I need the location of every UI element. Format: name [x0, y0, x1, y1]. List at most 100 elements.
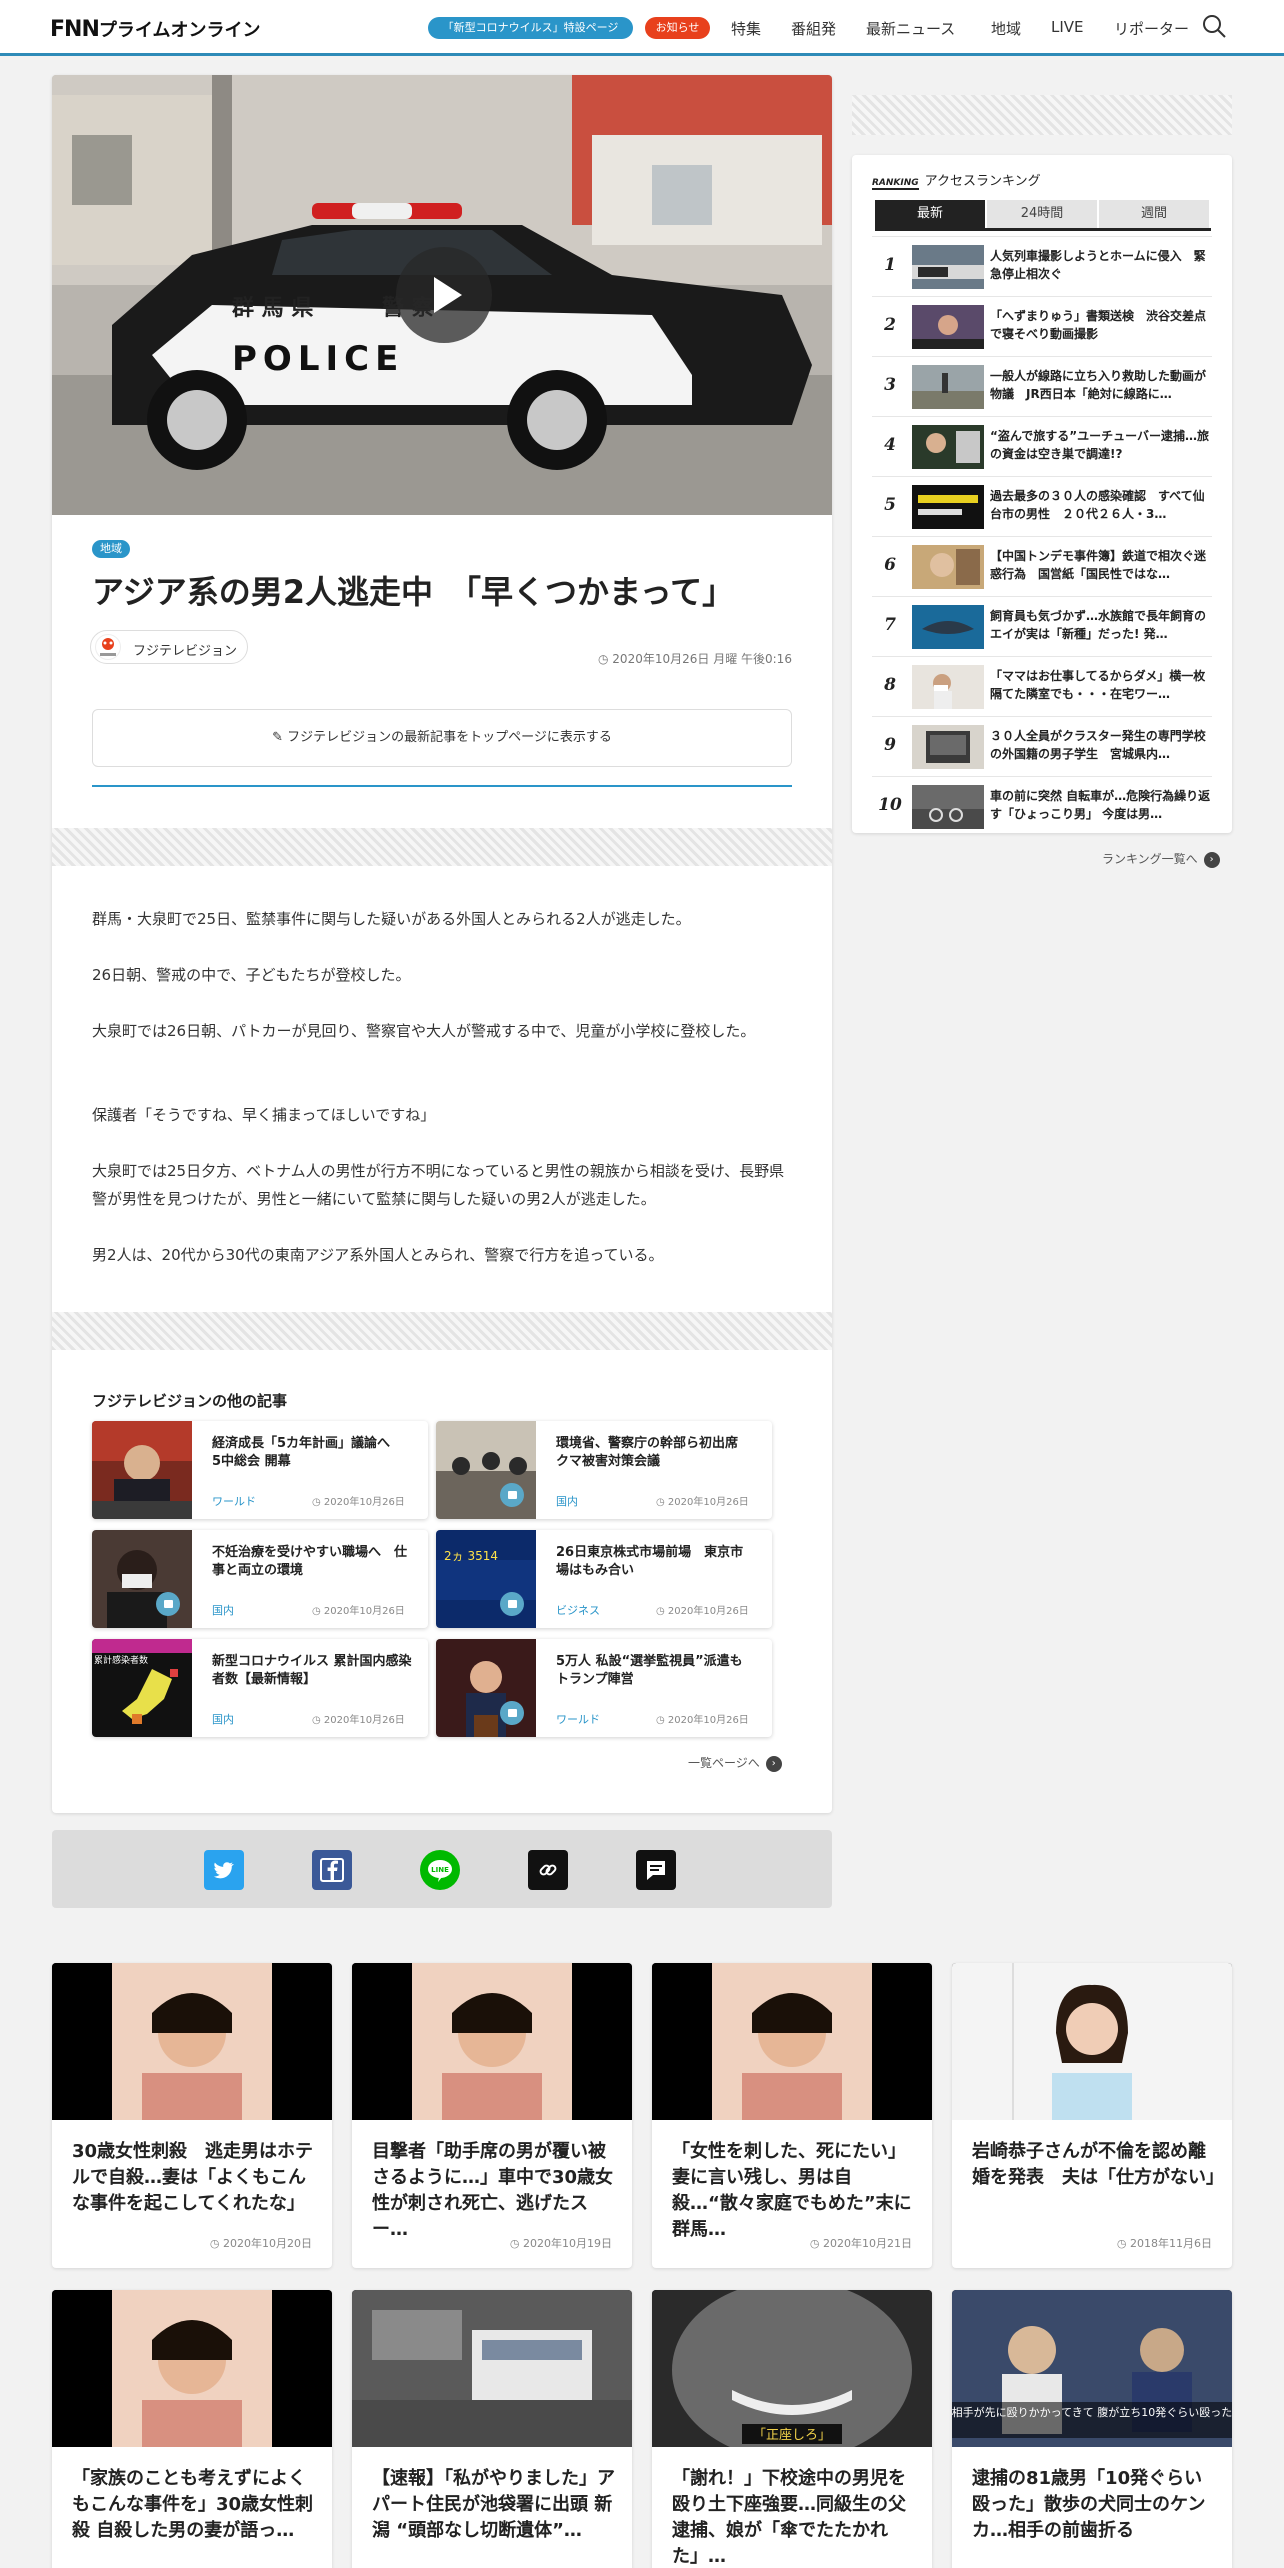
- facebook-icon: [320, 1858, 344, 1882]
- related-category: ビジネス: [556, 1604, 600, 1617]
- nav-programs[interactable]: 番組発: [791, 18, 836, 39]
- related-thumb: 累計感染者数: [92, 1639, 192, 1737]
- ranking-item[interactable]: 5 過去最多の３０人の感染確認 すべて仙台市の男性 ２０代２６人・3…: [872, 476, 1212, 536]
- related-thumb: 2ヵ 3514: [436, 1530, 536, 1628]
- ranking-item[interactable]: 3 一般人が線路に立ち入り救助した動画が物議 JR西日本「絶対に線路に…: [872, 356, 1212, 416]
- region-tag[interactable]: 地域: [92, 540, 130, 558]
- ranking-item[interactable]: 9 ３０人全員がクラスター発生の専門学校の外国籍の男子学生 宮城県内…: [872, 716, 1212, 776]
- nav-reporter[interactable]: リポーター: [1114, 18, 1189, 39]
- tab-24h[interactable]: 24時間: [987, 200, 1097, 228]
- ranking-item[interactable]: 8 「ママはお仕事してるからダメ」横一枚隔てた隣室でも・・・在宅ワー…: [872, 656, 1212, 716]
- recommend-title: 「家族のことも考えずによくもこんな事件を」30歳女性刺殺 自殺した男の妻が語っ…: [72, 2468, 314, 2541]
- related-title: 環境省、警察庁の幹部ら初出席 クマ被害対策会議: [556, 1436, 752, 1469]
- line-icon: LINE: [428, 1860, 452, 1882]
- recommend-card[interactable]: 「相手が先に殴りかかってきて 腹が立ち10発ぐらい殴った」 逮捕の81歳男「10…: [952, 2290, 1232, 2568]
- article-paragraph: 26日朝、警戒の中で、子どもたちが登校した。: [92, 966, 411, 984]
- chevron-right-icon: ›: [765, 1755, 782, 1772]
- related-date: ◷ 2020年10月26日: [656, 1606, 749, 1617]
- ranking-number: 1: [884, 255, 896, 275]
- recommend-title: 【速報】「私がやりました」アパート住民が池袋署に出頭 新潟 “頭部なし切断遺体”…: [372, 2468, 615, 2541]
- ranking-item[interactable]: 6 【中国トンデモ事件簿】鉄道で相次ぐ迷惑行為 国営紙「国民性ではな…: [872, 536, 1212, 596]
- video-icon: [500, 1483, 524, 1507]
- ranking-more-link[interactable]: ランキング一覧へ ›: [1102, 850, 1220, 868]
- related-heading: フジテレビジョンの他の記事: [92, 1392, 288, 1410]
- ranking-item[interactable]: 7 飼育員も気づかず…水族館で長年飼育のエイが実は「新種」だった! 発…: [872, 596, 1212, 656]
- related-title: 不妊治療を受けやすい職場へ 仕事と両立の環境: [212, 1545, 408, 1578]
- twitter-icon: [213, 1862, 234, 1879]
- recommend-card[interactable]: 30歳女性刺殺 逃走男はホテルで自殺…妻は「よくもこんな事件を起こしてくれたな」…: [52, 1963, 332, 2268]
- ranking-number: 5: [884, 495, 896, 515]
- site-logo[interactable]: FNNプライムオンライン: [50, 16, 261, 42]
- article-paragraph: 保護者「そうですね、早く捕まってほしいですね」: [92, 1106, 436, 1124]
- nav-latest-news[interactable]: 最新ニュース: [866, 18, 955, 39]
- related-category: 国内: [212, 1713, 234, 1726]
- recommend-date: ◷ 2020年10月21日: [809, 2237, 912, 2250]
- related-category: 国内: [212, 1604, 234, 1617]
- related-date: ◷ 2020年10月26日: [656, 1715, 749, 1726]
- recommend-card[interactable]: 「女性を刺した、死にたい」妻に言い残し、男は自殺…“散々家庭でもめた”末に 群馬…: [652, 1963, 932, 2268]
- related-thumb: [436, 1421, 536, 1519]
- source-chip[interactable]: フジテレビジョン: [90, 630, 248, 664]
- ranking-thumb: [912, 545, 984, 589]
- related-item[interactable]: 不妊治療を受けやすい職場へ 仕事と両立の環境 国内 ◷ 2020年10月26日: [92, 1530, 428, 1628]
- recommend-card[interactable]: 目撃者「助手席の男が覆い被さるように…」車中で30歳女性が刺され死亡、逃げたスー…: [352, 1963, 632, 2268]
- hero-video[interactable]: POLICE 群 馬 県 警 察: [52, 75, 832, 515]
- comment-button[interactable]: [636, 1850, 676, 1890]
- ranking-item[interactable]: 10 車の前に突然 自転車が…危険行為繰り返す「ひょっこり男」 今度は男…: [872, 776, 1212, 836]
- related-date: ◷ 2020年10月26日: [312, 1606, 405, 1617]
- article-paragraph: 大泉町では25日夕方、ベトナム人の男性が行方不明になっていると男性の親族から相談…: [92, 1162, 785, 1208]
- svg-text:LINE: LINE: [431, 1866, 449, 1874]
- divider: [92, 785, 792, 787]
- pin-source-button[interactable]: ✎ フジテレビジョンの最新記事をトップページに表示する: [92, 709, 792, 767]
- related-item[interactable]: 2ヵ 3514 26日東京株式市場前場 東京市場はもみ合い ビジネス ◷ 202…: [436, 1530, 772, 1628]
- ranking-thumb: [912, 725, 984, 769]
- related-category: 国内: [556, 1495, 578, 1508]
- related-title: 経済成長「5カ年計画」議論へ 5中総会 開幕: [212, 1436, 404, 1469]
- tab-latest[interactable]: 最新: [875, 200, 985, 228]
- recommend-card[interactable]: 「正座しろ」 「謝れ！」下校途中の男児を殴り土下座強要…同級生の父逮捕、娘が「傘…: [652, 2290, 932, 2568]
- tab-weekly[interactable]: 週間: [1099, 200, 1209, 228]
- related-more-link[interactable]: 一覧ページへ ›: [688, 1754, 782, 1772]
- ranking-thumb: [912, 245, 984, 289]
- ranking-number: 10: [878, 795, 902, 815]
- nav-region[interactable]: 地域: [991, 18, 1021, 39]
- twitter-share-button[interactable]: [204, 1850, 244, 1890]
- recommend-card[interactable]: 【速報】「私がやりました」アパート住民が池袋署に出頭 新潟 “頭部なし切断遺体”…: [352, 2290, 632, 2568]
- related-item[interactable]: 累計感染者数 新型コロナウイルス 累計国内感染者数【最新情報】 国内 ◷ 202…: [92, 1639, 428, 1737]
- ranking-item[interactable]: 1 人気列車撮影しようとホームに侵入 緊急停止相次ぐ: [872, 236, 1212, 296]
- related-thumb: [436, 1639, 536, 1737]
- article-paragraph: 男2人は、20代から30代の東南アジア系外国人とみられ、警察で行方を追っている。: [92, 1246, 664, 1264]
- image-caption: 「相手が先に殴りかかってきて 腹が立ち10発ぐらい殴った」: [952, 2405, 1232, 2419]
- ranking-item[interactable]: 2 「へずまりゅう」書類送検 渋谷交差点で寝そべり動画撮影: [872, 296, 1212, 356]
- hero-prefecture: 群 馬 県: [232, 295, 313, 321]
- svg-text:累計感染者数: 累計感染者数: [94, 1654, 148, 1666]
- nav-live[interactable]: LIVE: [1051, 18, 1084, 36]
- copy-link-button[interactable]: [528, 1850, 568, 1890]
- share-bar: LINE: [52, 1830, 832, 1908]
- recommend-image: [52, 1963, 332, 2120]
- recommend-card[interactable]: 岩崎恭子さんが不倫を認め離婚を発表 夫は「仕方がない」 ◷ 2018年11月6日: [952, 1963, 1232, 2268]
- ranking-item[interactable]: 4 “盗んで旅する”ユーチューバー逮捕…旅の資金は空き巣で調達!?: [872, 416, 1212, 476]
- related-date: ◷ 2020年10月26日: [312, 1715, 405, 1726]
- notice-link[interactable]: お知らせ: [645, 17, 710, 39]
- related-item[interactable]: 経済成長「5カ年計画」議論へ 5中総会 開幕 ワールド ◷ 2020年10月26…: [92, 1421, 428, 1519]
- ranking-number: 6: [884, 555, 896, 575]
- recommend-image: [52, 2290, 332, 2447]
- fujitv-logo: [95, 634, 121, 660]
- play-button[interactable]: [396, 247, 492, 343]
- ranking-number: 9: [884, 735, 896, 755]
- recommend-card[interactable]: 「家族のことも考えずによくもこんな事件を」30歳女性刺殺 自殺した男の妻が語っ…: [52, 2290, 332, 2568]
- ranking-thumb: [912, 485, 984, 529]
- video-icon: [500, 1701, 524, 1725]
- related-item[interactable]: 5万人 私設“選挙監視員”派遣も トランプ陣営 ワールド ◷ 2020年10月2…: [436, 1639, 772, 1737]
- facebook-share-button[interactable]: [312, 1850, 352, 1890]
- related-title: 26日東京株式市場前場 東京市場はもみ合い: [556, 1545, 744, 1578]
- article-paragraph: 大泉町では26日朝、パトカーが見回り、警察官や大人が警戒する中で、児童が小学校に…: [92, 1022, 756, 1040]
- nav-features[interactable]: 特集: [731, 18, 761, 39]
- line-share-button[interactable]: LINE: [420, 1850, 460, 1890]
- tab-underline: [875, 228, 1211, 231]
- related-item[interactable]: 環境省、警察庁の幹部ら初出席 クマ被害対策会議 国内 ◷ 2020年10月26日: [436, 1421, 772, 1519]
- search-icon[interactable]: [1201, 13, 1227, 39]
- corona-special-link[interactable]: 「新型コロナウイルス」特設ページ: [428, 17, 633, 39]
- recommend-title: 「女性を刺した、死にたい」妻に言い残し、男は自殺…“散々家庭でもめた”末に 群馬…: [672, 2141, 930, 2240]
